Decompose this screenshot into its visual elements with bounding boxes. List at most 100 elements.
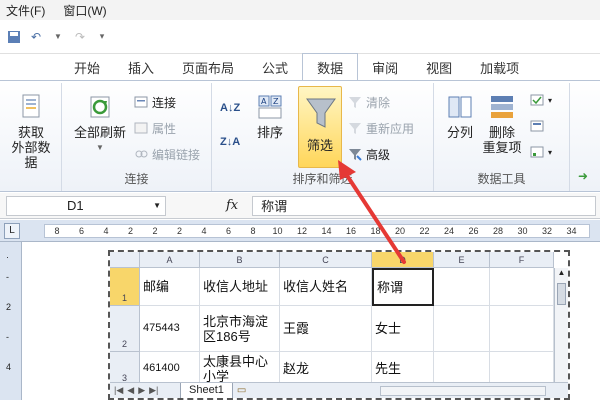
cell-d2[interactable]: 女士 xyxy=(372,306,434,352)
remove-duplicates-button[interactable]: 删除 重复项 xyxy=(482,93,522,155)
tab-data[interactable]: 数据 xyxy=(302,53,359,81)
tab-home[interactable]: 开始 xyxy=(60,54,114,80)
next-sheet-icon[interactable]: ▶ xyxy=(138,385,145,396)
ruler-strip: 8 6 4 2 2 2 4 6 8 10 12 14 16 18 20 22 24 26 28 30 32 34 xyxy=(44,224,590,238)
ruler-number: 2 xyxy=(127,226,133,236)
last-sheet-icon[interactable]: ▶| xyxy=(149,385,158,396)
cell-e1[interactable] xyxy=(434,268,490,306)
save-icon[interactable] xyxy=(6,30,22,44)
cell-b2[interactable]: 北京市海淀区186号 xyxy=(200,306,280,352)
remove-duplicates-icon xyxy=(491,96,513,118)
svg-text:A: A xyxy=(261,97,267,106)
reapply-button[interactable]: 重新应用 xyxy=(348,119,414,137)
consolidate-button[interactable] xyxy=(530,117,544,135)
edit-links-button[interactable]: 编辑链接 xyxy=(134,145,200,163)
ruler-number: 30 xyxy=(517,226,528,236)
embedded-spreadsheet[interactable]: A B C D E F 1 2 3 邮编 收信人地址 收信人姓名 称谓 4754… xyxy=(108,250,570,400)
cell-b1[interactable]: 收信人地址 xyxy=(200,268,280,306)
sort-filter-group-label: 排序和筛选 xyxy=(292,172,353,186)
scroll-up-icon[interactable]: ▲ xyxy=(555,268,568,277)
sheet-nav: |◀ ◀ ▶ ▶| xyxy=(110,385,180,396)
menu-file[interactable]: 文件(F) xyxy=(6,2,45,19)
ruler-number: 8 xyxy=(54,226,60,236)
prev-sheet-icon[interactable]: ◀ xyxy=(127,385,134,396)
sort-za-button[interactable]: Z↓A xyxy=(220,133,240,151)
ruler-number: 34 xyxy=(566,226,577,236)
column-header-d[interactable]: D xyxy=(372,252,434,268)
cell-e2[interactable] xyxy=(434,306,490,352)
data-tools-group-label: 数据工具 xyxy=(477,172,526,186)
insert-sheet-icon[interactable]: ▭ xyxy=(237,385,246,396)
name-box[interactable]: D1 ▼ xyxy=(6,195,166,216)
clear-filter-button[interactable]: 清除 xyxy=(348,93,390,111)
ruler-number: 2 xyxy=(176,226,182,236)
text-to-columns-button[interactable]: 分列 xyxy=(440,93,480,140)
name-box-dropdown-icon[interactable]: ▼ xyxy=(153,201,161,210)
first-sheet-icon[interactable]: |◀ xyxy=(114,385,123,396)
what-if-button[interactable]: ▾ xyxy=(530,143,552,161)
cell-f1[interactable] xyxy=(490,268,554,306)
cell-d1[interactable]: 称谓 xyxy=(372,268,434,306)
cell-f2[interactable] xyxy=(490,306,554,352)
tab-selector[interactable]: L xyxy=(4,223,20,239)
ruler-number: 10 xyxy=(272,226,283,236)
connections-button[interactable]: 连接 xyxy=(134,93,176,111)
ribbon-tabs: 开始 插入 页面布局 公式 数据 审阅 视图 加载项 xyxy=(0,53,600,81)
sort-az-icon: A↓Z xyxy=(220,102,241,114)
column-header-b[interactable]: B xyxy=(200,252,280,268)
data-validation-button[interactable]: ▾ xyxy=(530,91,552,109)
vertical-scrollbar[interactable]: ▲ xyxy=(554,268,568,386)
column-header-e[interactable]: E xyxy=(434,252,490,268)
split-columns-icon xyxy=(448,96,472,118)
advanced-filter-button[interactable]: 高级 xyxy=(348,145,390,163)
cell-c3[interactable]: 赵龙 xyxy=(280,352,372,386)
cell-c2[interactable]: 王霞 xyxy=(280,306,372,352)
vruler-mark: - xyxy=(6,332,9,342)
column-header-a[interactable]: A xyxy=(140,252,200,268)
filter-button[interactable]: 筛选 xyxy=(298,86,342,168)
tab-add-ins[interactable]: 加载项 xyxy=(466,54,533,80)
cell-a2[interactable]: 475443 xyxy=(140,306,200,352)
column-header-c[interactable]: C xyxy=(280,252,372,268)
menu-window[interactable]: 窗口(W) xyxy=(63,2,106,19)
group-button[interactable]: ➜ xyxy=(578,167,588,185)
cell-f3[interactable] xyxy=(490,352,554,386)
cell-b3[interactable]: 太康县中心小学 xyxy=(200,352,280,386)
what-if-icon xyxy=(530,146,544,158)
scroll-thumb[interactable] xyxy=(557,283,566,305)
undo-icon[interactable]: ↶ xyxy=(28,30,44,44)
sort-label: 排序 xyxy=(256,125,283,140)
cell-a1[interactable]: 邮编 xyxy=(140,268,200,306)
horizontal-scrollbar[interactable] xyxy=(380,386,546,396)
sheet-tab-sheet1[interactable]: Sheet1 xyxy=(180,382,233,398)
get-external-data-button[interactable]: 获取 外部数据 xyxy=(8,93,54,170)
cell-d3[interactable]: 先生 xyxy=(372,352,434,386)
remove-dup-label-2: 重复项 xyxy=(482,140,522,155)
properties-button[interactable]: 属性 xyxy=(134,119,176,137)
corner-header[interactable] xyxy=(110,252,140,268)
column-header-f[interactable]: F xyxy=(490,252,554,268)
properties-label: 属性 xyxy=(152,121,177,136)
tab-formulas[interactable]: 公式 xyxy=(248,54,302,80)
tab-page-layout[interactable]: 页面布局 xyxy=(168,54,248,80)
tab-view[interactable]: 视图 xyxy=(412,54,466,80)
vruler-mark: 2 xyxy=(6,302,12,312)
tab-review[interactable]: 审阅 xyxy=(358,54,412,80)
tab-insert[interactable]: 插入 xyxy=(114,54,168,80)
refresh-all-button[interactable]: 全部刷新 ▼ xyxy=(70,93,130,155)
formula-input[interactable]: 称谓 xyxy=(252,195,596,216)
row-header-1[interactable]: 1 xyxy=(110,268,140,306)
sort-az-button[interactable]: A↓Z xyxy=(220,99,240,117)
sort-button[interactable]: A Z 排序 xyxy=(250,93,290,140)
quick-access-toolbar: ↶ ▼ ↷ ▾ xyxy=(0,20,600,54)
ruler-number: 24 xyxy=(443,226,454,236)
customize-qat-icon[interactable]: ▾ xyxy=(94,30,110,44)
dropdown-icon[interactable]: ▼ xyxy=(50,30,66,44)
cell-e3[interactable] xyxy=(434,352,490,386)
redo-icon[interactable]: ↷ xyxy=(72,30,88,44)
row-header-2[interactable]: 2 xyxy=(110,306,140,352)
row-header-3[interactable]: 3 xyxy=(110,352,140,386)
cell-a3[interactable]: 461400 xyxy=(140,352,200,386)
cell-c1[interactable]: 收信人姓名 xyxy=(280,268,372,306)
fx-icon[interactable]: fx xyxy=(226,198,238,213)
